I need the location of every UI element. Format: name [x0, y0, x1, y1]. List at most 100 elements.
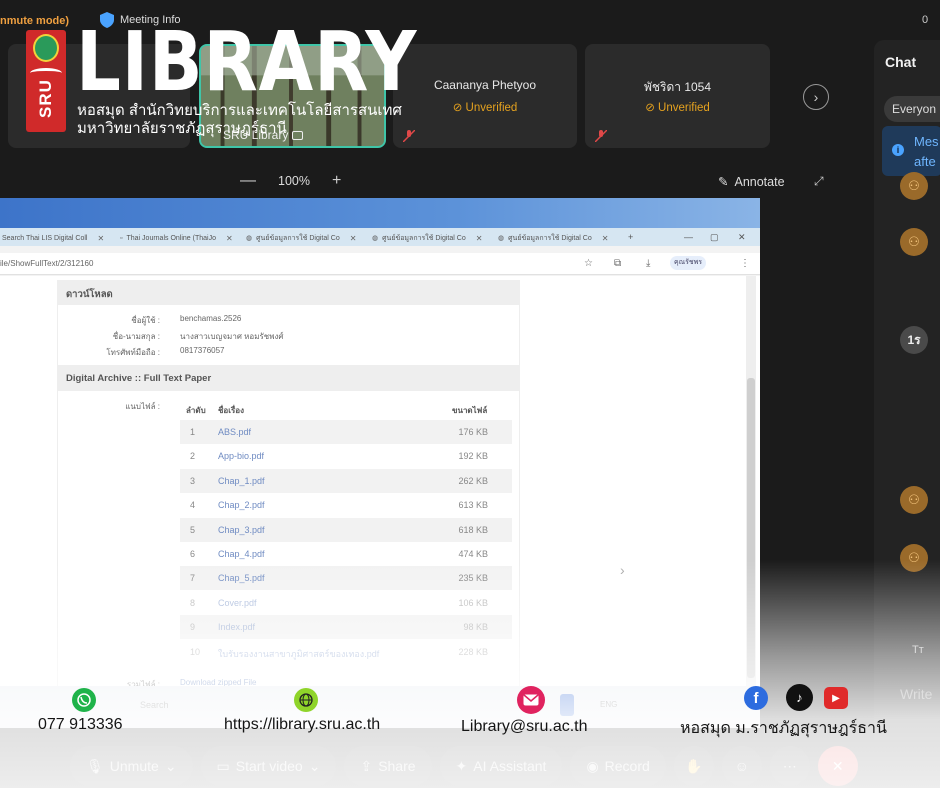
table-row[interactable]: 3 Chap_1.pdf 262 KB: [180, 468, 512, 493]
raise-hand-button[interactable]: ✋: [673, 746, 714, 786]
file-link[interactable]: Chap_1.pdf: [218, 476, 265, 486]
close-icon[interactable]: ✕: [602, 234, 609, 243]
mic-muted-icon: [403, 130, 415, 142]
record-button[interactable]: ◉ Record: [570, 746, 666, 786]
facebook-icon[interactable]: f: [744, 686, 768, 710]
meeting-controls: 🎙 Unmute ⌄ ▭ Start video ⌄ ⇪ Share ✦ AI Assist…: [70, 746, 858, 786]
file-size: 474 KB: [458, 549, 488, 559]
avatar-icon: ⚇: [900, 228, 928, 256]
file-size: 618 KB: [458, 524, 488, 535]
file-link[interactable]: Index.pdf: [218, 622, 255, 632]
unmute-button[interactable]: 🎙 Unmute ⌄: [70, 746, 193, 786]
participant-thumbnail[interactable]: พัชริดา 1054 ⊘ Unverified: [585, 44, 770, 148]
browser-tab[interactable]: Search Thai LIS Digital Coll ✕: [2, 231, 104, 245]
warning-icon: ⊘: [645, 102, 655, 114]
email-address[interactable]: Library@sru.ac.th: [461, 718, 588, 736]
zoom-level: 100%: [278, 174, 310, 188]
minimize-icon[interactable]: —: [684, 232, 693, 242]
globe-icon: ◍: [498, 235, 505, 242]
close-icon[interactable]: ✕: [97, 234, 104, 243]
share-button[interactable]: ⇪ Share: [344, 746, 432, 786]
avatar: 1ร: [900, 326, 928, 354]
close-icon[interactable]: ✕: [476, 234, 483, 243]
table-row[interactable]: 1 ABS.pdf 176 KB: [180, 420, 512, 444]
phone-icon: [72, 688, 96, 712]
browser-tab-active[interactable]: ◍ ศูนย์ข้อมูลการใช้ Digital Co ✕: [498, 231, 608, 245]
file-link[interactable]: Chap_3.pdf: [218, 525, 265, 535]
tiktok-icon[interactable]: ♪: [786, 684, 813, 711]
more-button[interactable]: ⋯: [769, 746, 810, 786]
participant-thumbnail[interactable]: Caananya Phetyoo ⊘ Unverified: [393, 44, 577, 148]
scrollbar-thumb[interactable]: [747, 378, 755, 678]
university-crest-icon: [33, 34, 59, 62]
annotate-button[interactable]: ✎ Annotate: [718, 174, 785, 190]
row-number: 2: [190, 451, 196, 462]
close-icon[interactable]: ✕: [350, 234, 357, 243]
fullscreen-icon[interactable]: ⤢: [814, 174, 824, 189]
share-icon: ⇪: [360, 757, 373, 774]
download-icon[interactable]: ⤓: [646, 258, 650, 269]
social-handle: หอสมุด ม.ราชภัฏสุราษฎร์ธานี: [680, 720, 887, 737]
unverified-status: ⊘ Unverified: [645, 102, 710, 114]
table-row[interactable]: 4 Chap_2.pdf 613 KB: [180, 493, 512, 517]
table-row[interactable]: 7 Chap_5.pdf 235 KB: [180, 566, 512, 591]
leave-button[interactable]: ✕: [817, 746, 858, 786]
file-link[interactable]: Chap_2.pdf: [218, 500, 265, 510]
browser-tab[interactable]: ◍ ศูนย์ข้อมูลการใช้ Digital Co ✕: [372, 231, 482, 245]
file-size: 98 KB: [463, 622, 488, 633]
file-link[interactable]: Chap_5.pdf: [218, 573, 265, 583]
table-row[interactable]: 9 Index.pdf 98 KB: [180, 615, 512, 640]
taskbar-search[interactable]: Search: [140, 700, 169, 710]
row-number: 3: [190, 475, 196, 486]
profile-chip[interactable]: คุณรัชพร: [670, 256, 707, 270]
youtube-icon[interactable]: ▶: [824, 687, 848, 709]
start-video-button[interactable]: ▭ Start video ⌄: [200, 746, 337, 786]
file-link[interactable]: ABS.pdf: [218, 427, 251, 437]
menu-icon[interactable]: ⋮: [740, 258, 750, 269]
chat-title: Chat: [885, 54, 917, 70]
extension-icon[interactable]: ⧉: [614, 258, 621, 269]
globe-icon: [294, 688, 318, 712]
participant-name: Caananya Phetyoo: [433, 78, 537, 92]
text-format-button[interactable]: Tт: [912, 644, 924, 656]
close-window-icon[interactable]: ✕: [738, 232, 746, 243]
file-link[interactable]: App-bio.pdf: [218, 451, 264, 461]
shared-screen: Search Thai LIS Digital Coll ✕ ▫ Thai Jour…: [0, 198, 760, 728]
file-size: 235 KB: [458, 573, 488, 584]
website-link[interactable]: https://library.sru.ac.th: [224, 716, 380, 734]
avatar-icon: ⚇: [900, 544, 928, 572]
chat-recipient-select[interactable]: Everyon: [884, 96, 940, 122]
table-row[interactable]: 8 Cover.pdf 106 KB: [180, 591, 512, 615]
table-row[interactable]: 2 App-bio.pdf 192 KB: [180, 444, 512, 468]
browser-tab[interactable]: ▫ Thai Journals Online (ThaiJo ✕: [120, 231, 233, 245]
info-icon: i: [892, 144, 904, 156]
table-row[interactable]: 10 ใบรับรองงานสาขาภูมิศาสตร์ของเทอง.pdf 22…: [180, 640, 512, 664]
smile-icon: ☺: [734, 758, 749, 774]
avatar-icon: ⚇: [900, 486, 928, 514]
reactions-button[interactable]: ☺: [721, 746, 762, 786]
zoom-out-button[interactable]: —: [240, 172, 256, 190]
row-number: 1: [190, 427, 196, 437]
file-size: 228 KB: [458, 646, 488, 657]
browser-tab[interactable]: ◍ ศูนย์ข้อมูลการใช้ Digital Co ✕: [246, 231, 356, 245]
ai-assistant-button[interactable]: ✦ AI Assistant: [439, 746, 563, 786]
annotate-label: Annotate: [734, 174, 785, 189]
unverified-status: ⊘ Unverified: [452, 102, 518, 114]
more-icon: ⋯: [782, 757, 797, 774]
file-link[interactable]: Chap_4.pdf: [218, 549, 265, 559]
new-tab-icon[interactable]: +: [628, 232, 633, 242]
chevron-right-icon: ›: [813, 89, 819, 105]
table-row[interactable]: 6 Chap_4.pdf 474 KB: [180, 542, 512, 566]
taskbar-app-icon[interactable]: [560, 694, 574, 716]
table-row[interactable]: 5 Chap_3.pdf 618 KB: [180, 517, 512, 542]
next-page-button[interactable]: ›: [803, 84, 829, 110]
star-icon[interactable]: ☆: [584, 258, 593, 269]
field-value: นางสาวเบญจมาศ หอมรัชพงศ์: [180, 332, 284, 341]
close-icon[interactable]: ✕: [226, 234, 233, 243]
file-link[interactable]: ใบรับรองงานสาขาภูมิศาสตร์ของเทอง.pdf: [218, 647, 379, 661]
zoom-in-button[interactable]: +: [332, 172, 341, 190]
col-no-header: ลำดับ: [186, 406, 206, 415]
maximize-icon[interactable]: ▢: [710, 232, 719, 243]
file-link[interactable]: Cover.pdf: [218, 598, 257, 608]
chat-input[interactable]: Write: [900, 686, 932, 702]
